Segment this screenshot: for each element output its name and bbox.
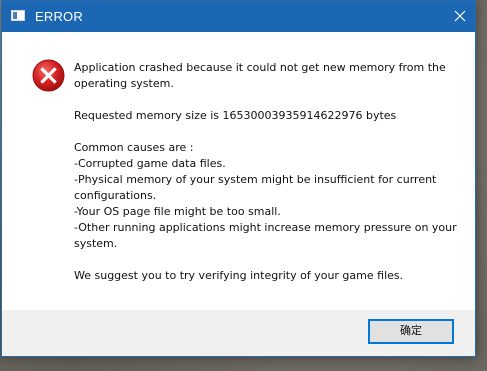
title-bar[interactable]: ERROR	[2, 1, 475, 32]
ok-button[interactable]: 确定	[368, 319, 454, 344]
window-title: ERROR	[35, 9, 83, 24]
dialog-content: Application crashed because it could not…	[2, 32, 475, 312]
close-button[interactable]	[444, 1, 475, 32]
close-icon	[454, 10, 466, 22]
dialog-footer: 确定	[2, 310, 475, 356]
error-icon	[32, 59, 65, 92]
error-message: Application crashed because it could not…	[74, 61, 457, 282]
error-dialog: ERROR Application crashed because it cou…	[1, 0, 476, 357]
window-icon	[11, 10, 25, 21]
